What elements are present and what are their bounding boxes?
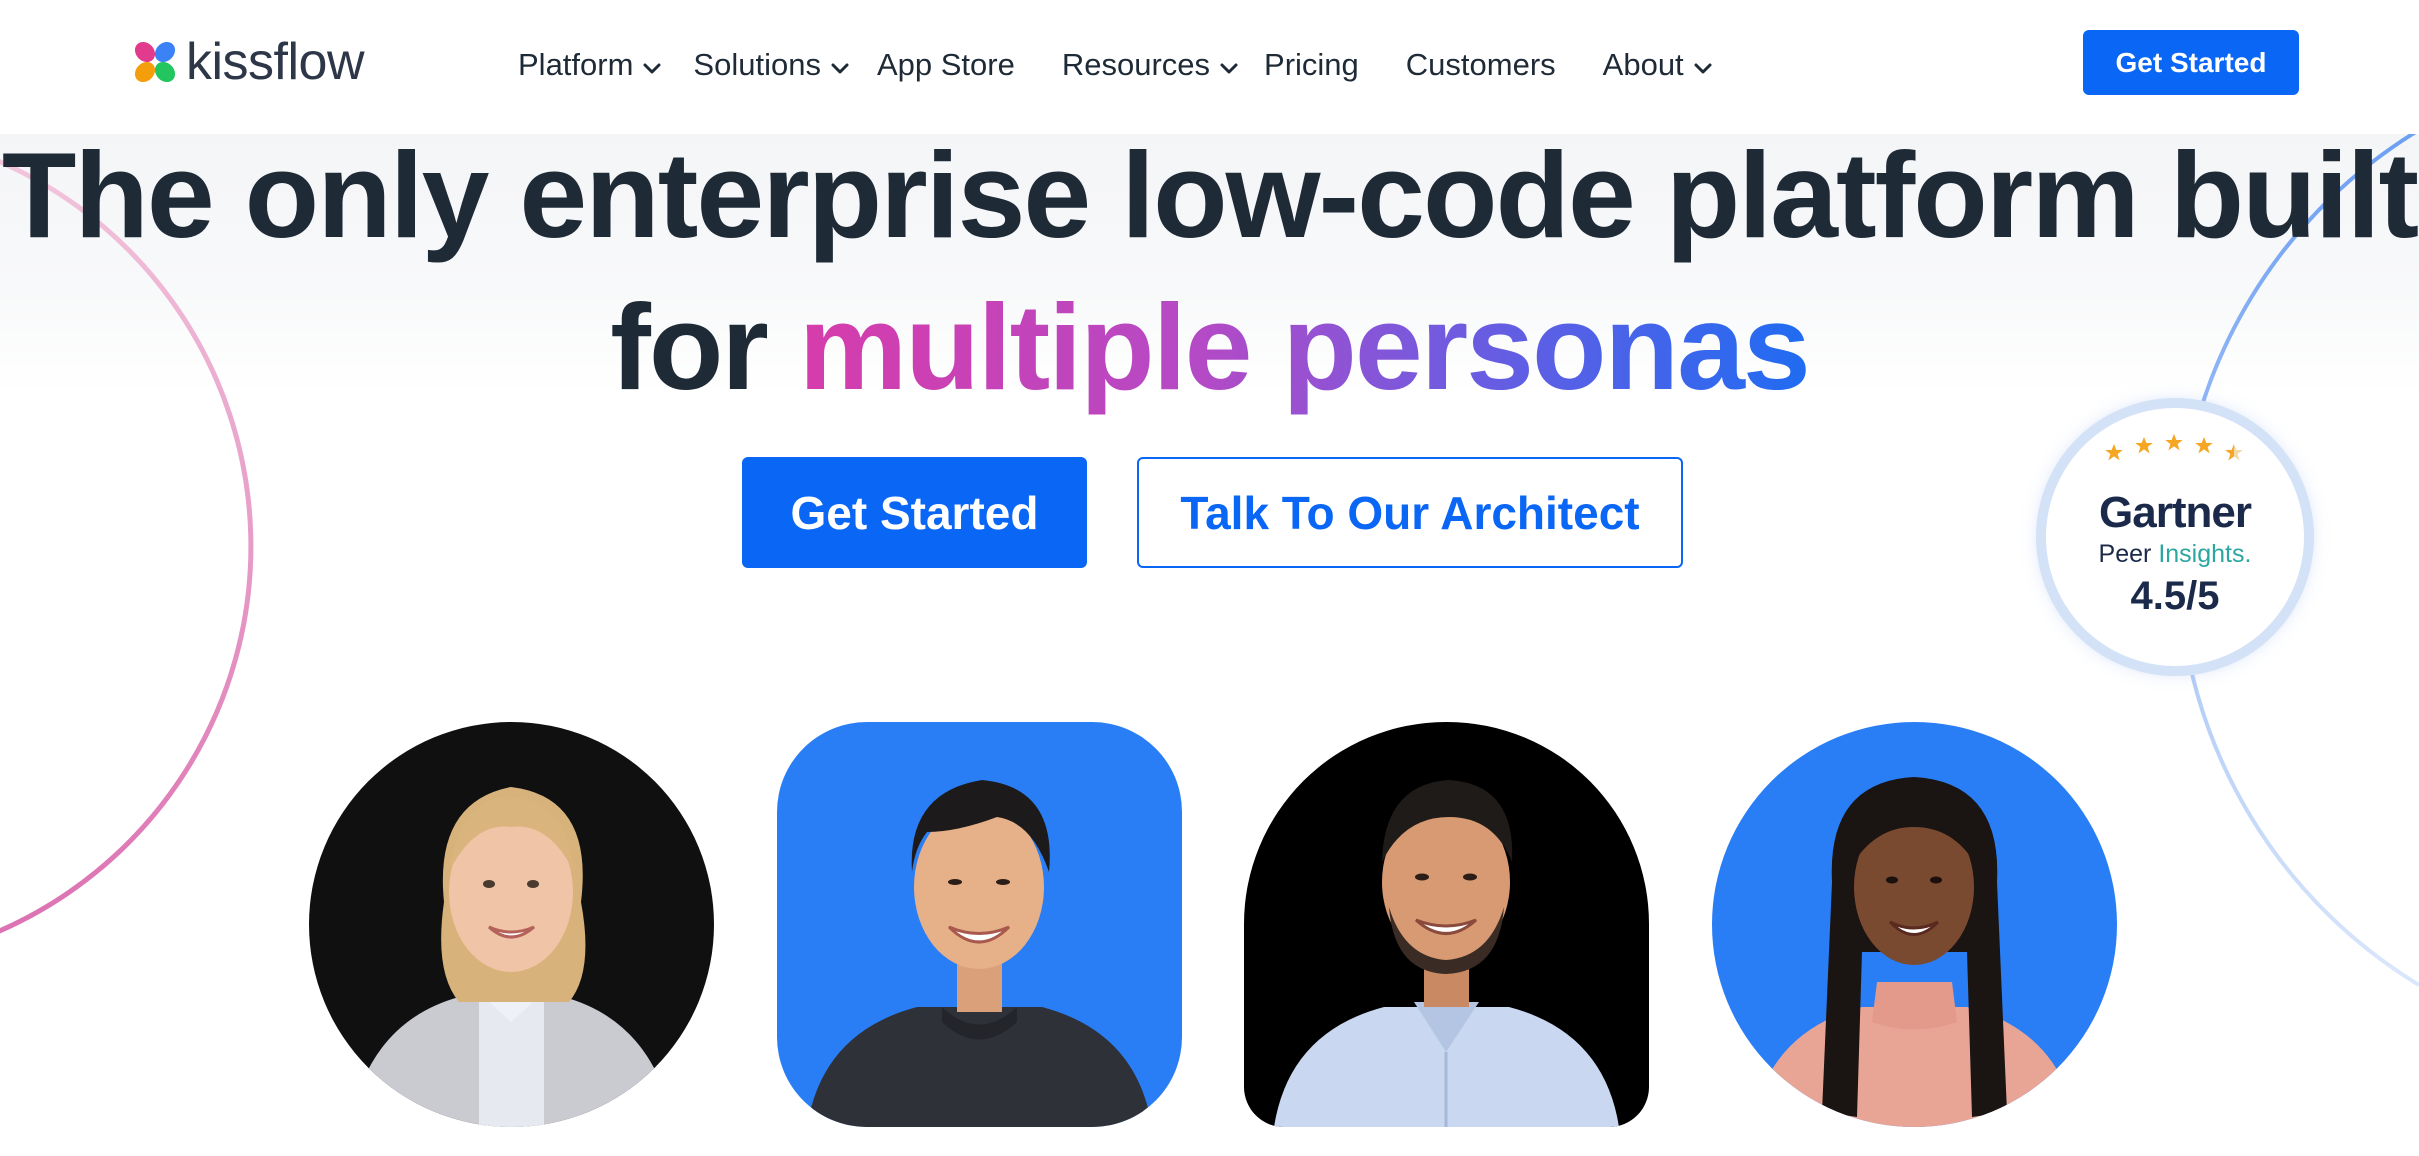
chevron-down-icon	[643, 63, 661, 74]
hero-get-started-button[interactable]: Get Started	[742, 457, 1087, 568]
insights-dot: .	[2244, 540, 2252, 568]
chevron-down-icon	[1694, 63, 1712, 74]
star-icon	[2105, 444, 2123, 461]
star-icon	[2165, 434, 2183, 451]
insights-label: Insights	[2158, 540, 2245, 568]
rating-value: 4.5/5	[2130, 574, 2220, 618]
peer-insights-label: Peer Insights.	[2046, 540, 2304, 569]
nav-about[interactable]: About	[1603, 47, 1714, 83]
portrait-illustration	[1274, 780, 1619, 1127]
brand-name: kissflow	[186, 33, 365, 91]
nav-pricing[interactable]: Pricing	[1264, 47, 1359, 83]
header-get-started-button[interactable]: Get Started	[2083, 30, 2299, 95]
star-icon	[2195, 437, 2213, 454]
brand-logo[interactable]: kissflow	[132, 33, 365, 91]
nav-resources-label: Resources	[1061, 47, 1211, 82]
nav-solutions[interactable]: Solutions	[693, 47, 851, 83]
nav-solutions-label: Solutions	[693, 47, 821, 82]
hero-headline-prefix: for	[610, 279, 799, 415]
nav-platform[interactable]: Platform	[518, 47, 663, 83]
portrait-illustration	[349, 787, 674, 1127]
nav-about-label: About	[1602, 47, 1684, 82]
nav-platform-label: Platform	[518, 47, 634, 82]
hero-headline-line-1: The only enterprise low-code platform bu…	[1, 127, 2419, 263]
persona-woman-braids-photo	[1712, 722, 2117, 1127]
nav-pricing-label: Pricing	[1264, 47, 1359, 82]
chevron-down-icon	[831, 63, 849, 74]
hero-headline-line-2: for multiple personas	[0, 282, 2419, 412]
nav-app-store-label: App Store	[876, 47, 1015, 82]
chevron-down-icon	[1220, 63, 1238, 74]
star-rating-icons	[2105, 434, 2243, 461]
portrait-illustration	[1752, 777, 2077, 1127]
nav-resources[interactable]: Resources	[1062, 47, 1240, 83]
nav-app-store[interactable]: App Store	[877, 47, 1015, 83]
gartner-rating-badge[interactable]: Gartner Peer Insights. 4.5/5	[2046, 408, 2304, 666]
persona-man-shirt-photo	[1244, 722, 1649, 1127]
main-nav: Platform Solutions App Store Resources P…	[518, 40, 1714, 90]
nav-customers-label: Customers	[1405, 47, 1556, 82]
peer-label: Peer	[2098, 540, 2159, 568]
nav-customers[interactable]: Customers	[1406, 47, 1556, 83]
site-header: kissflow Platform Solutions App Store Re…	[0, 0, 2419, 134]
butterfly-logo-icon	[134, 41, 176, 83]
star-icon	[2135, 437, 2153, 454]
persona-man-hoodie-photo	[777, 722, 1182, 1127]
talk-to-architect-button[interactable]: Talk To Our Architect	[1137, 457, 1683, 568]
portrait-illustration	[807, 780, 1152, 1127]
gartner-label: Gartner	[2099, 488, 2252, 537]
hero-headline-highlight: multiple personas	[798, 279, 1811, 415]
persona-woman-blazer-photo	[309, 722, 714, 1127]
